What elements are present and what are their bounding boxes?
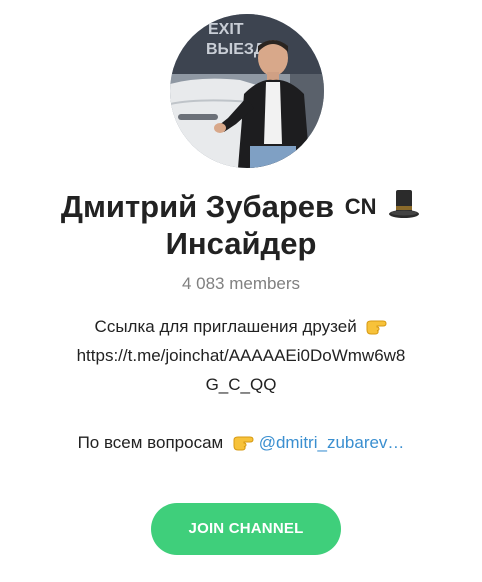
channel-title-line1: Дмитрий Зубарев CN — [0, 188, 482, 225]
channel-title: Дмитрий Зубарев CN Инсайдер — [0, 188, 482, 262]
avatar-sign-line1: EXIT — [208, 21, 244, 38]
description-row-1: Ссылка для приглашения друзей — [40, 312, 442, 341]
invite-text: Ссылка для приглашения друзей — [94, 317, 357, 336]
cn-badge: CN — [344, 194, 377, 219]
pointing-right-icon — [366, 320, 387, 335]
member-count: 4 083 members — [181, 274, 301, 293]
pointing-right-icon — [233, 436, 254, 451]
channel-avatar: EXIT ВЫЕЗД — [170, 14, 324, 168]
contact-mention-link[interactable]: @dmitri_zubarev… — [259, 433, 405, 452]
invite-link[interactable]: https://t.me/joinchat/AAAAAEi0DoWmw6w8 — [40, 341, 442, 370]
channel-title-line2: Инсайдер — [165, 226, 317, 261]
invite-link-continued[interactable]: G_C_QQ — [40, 370, 442, 399]
description-row-4: По всем вопросам @dmitri_zubarev… — [40, 428, 442, 457]
channel-preview-card: EXIT ВЫЕЗД Дмитрий Зубарев CN Инсайдер 4… — [0, 0, 482, 582]
channel-name: Дмитрий Зубарев — [60, 189, 335, 224]
description-spacer — [40, 399, 442, 428]
avatar-photo: EXIT ВЫЕЗД — [170, 14, 324, 168]
avatar-sign-line2: ВЫЕЗД — [206, 41, 266, 58]
questions-text: По всем вопросам — [77, 433, 224, 452]
join-channel-button[interactable]: JOIN CHANNEL — [151, 503, 341, 555]
channel-description: Ссылка для приглашения друзей https://t.… — [40, 312, 442, 457]
top-hat-icon — [389, 190, 420, 218]
